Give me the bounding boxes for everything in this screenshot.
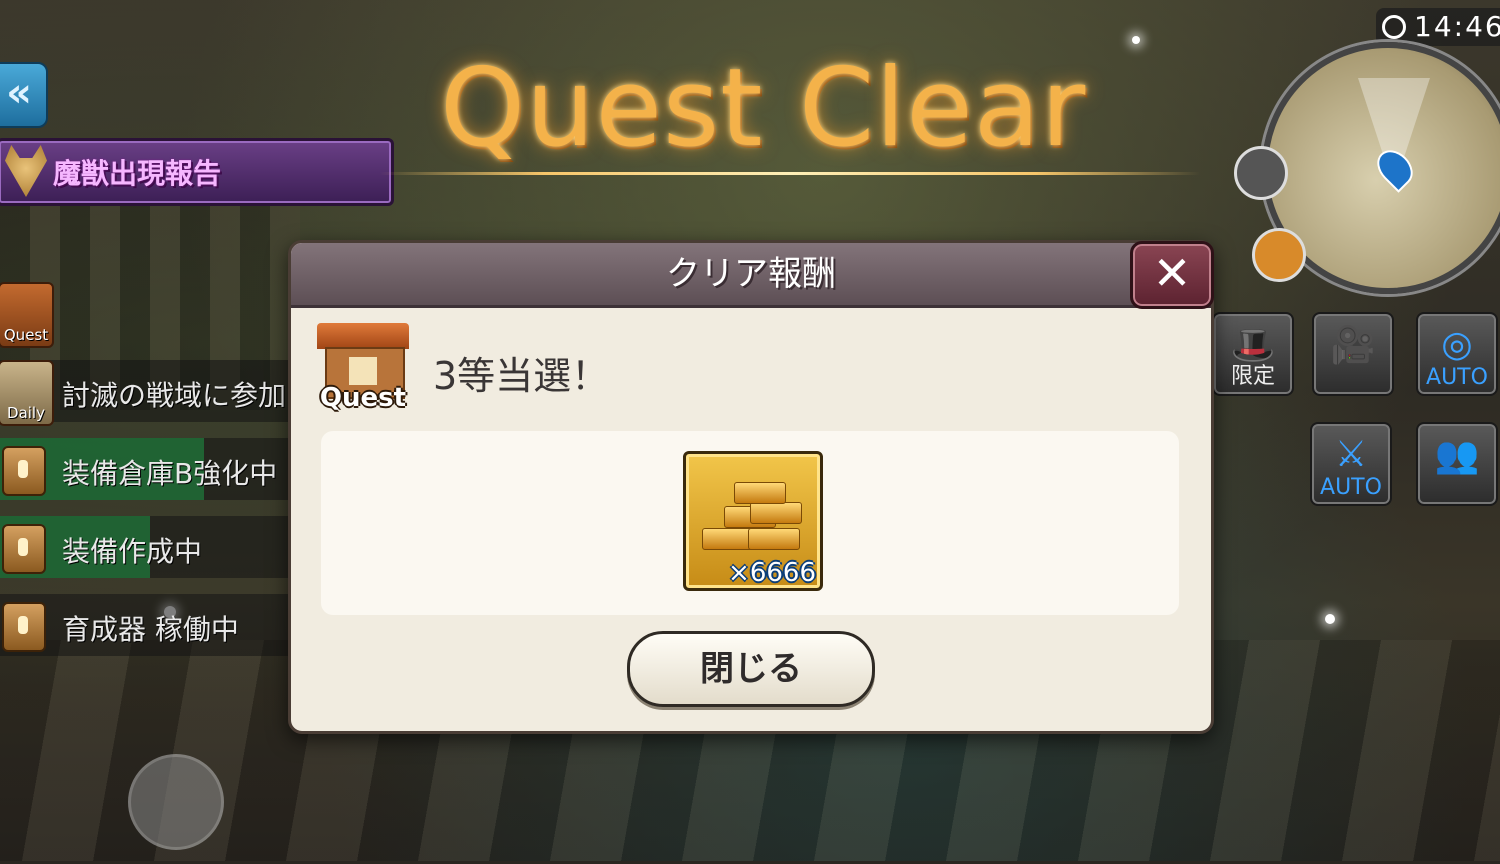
chest-icon — [2, 602, 46, 652]
dialog-title: クリア報酬 — [666, 254, 836, 294]
virtual-joystick[interactable] — [112, 738, 238, 864]
camera-icon: 🎥 — [1330, 325, 1376, 366]
badge-label: Quest — [319, 383, 407, 413]
badge-roof — [317, 323, 409, 349]
camera-button[interactable]: 🎥 — [1312, 312, 1394, 396]
close-icon[interactable]: ✕ — [1130, 241, 1214, 309]
beast-mask-icon — [5, 145, 47, 197]
list-item-text: 討滅の戦域に参加 — [62, 379, 287, 412]
rewind-icon: « — [6, 70, 32, 116]
back-button[interactable]: « — [0, 62, 48, 128]
quest-tab-icon[interactable]: Quest — [0, 282, 54, 348]
chest-icon — [2, 524, 46, 574]
auto-label: AUTO — [1426, 365, 1488, 390]
quest-clear-title: Quest Clear — [440, 46, 1087, 171]
map-toggle-icon[interactable] — [1234, 146, 1288, 200]
gold-bar — [750, 502, 802, 524]
daily-tab-icon: Daily — [0, 360, 54, 426]
party-button[interactable]: 👥 — [1416, 422, 1498, 506]
list-item[interactable]: Daily 討滅の戦域に参加 — [0, 360, 300, 426]
list-item-text: 装備作成中 — [62, 535, 203, 568]
sword-x2-icon: ⚔ — [1334, 434, 1368, 475]
auto-x2-button[interactable]: ⚔ AUTO — [1310, 422, 1392, 506]
group-icon: 👥 — [1434, 435, 1480, 476]
auto-x2-label: AUTO — [1320, 475, 1382, 500]
daily-tab-label: Daily — [7, 404, 45, 422]
clock: 14:46 — [1376, 8, 1500, 46]
reward-item[interactable]: ×6666 — [683, 451, 823, 591]
auto-target-icon: ◎ — [1441, 324, 1473, 365]
result-text: 3等当選！ — [433, 354, 610, 398]
sparkle — [1325, 614, 1335, 624]
title-divider — [380, 172, 1200, 175]
beast-report-label: 魔獣出現報告 — [53, 157, 222, 190]
clear-reward-dialog: クリア報酬 Quest 3等当選！ ×6666 閉じる — [288, 240, 1214, 734]
sparkle — [1132, 36, 1140, 44]
close-button[interactable]: 閉じる — [627, 631, 875, 707]
dialog-header: クリア報酬 — [291, 243, 1211, 308]
quest-badge-icon: Quest — [317, 323, 409, 415]
list-item[interactable]: 育成器 稼働中 — [0, 594, 300, 656]
beast-report-banner[interactable]: 魔獣出現報告 — [0, 138, 394, 206]
gold-bar — [748, 528, 800, 550]
list-item[interactable]: 装備作成中 — [0, 516, 300, 578]
list-item-text: 育成器 稼働中 — [62, 613, 239, 646]
list-item[interactable]: 装備倉庫B強化中 — [0, 438, 300, 500]
limited-label: 限定 — [1230, 364, 1275, 389]
auto-button[interactable]: ◎ AUTO — [1416, 312, 1498, 396]
companion-icon[interactable] — [1252, 228, 1306, 282]
reward-quantity: ×6666 — [728, 558, 816, 588]
gold-bar — [734, 482, 786, 504]
clock-icon — [1382, 15, 1406, 39]
quest-tab-label: Quest — [3, 326, 49, 344]
clock-time: 14:46 — [1414, 10, 1500, 43]
chest-icon — [2, 446, 46, 496]
list-item-text: 装備倉庫B強化中 — [62, 457, 278, 490]
limited-button[interactable]: 🎩 限定 — [1212, 312, 1294, 396]
gold-bar — [702, 528, 754, 550]
